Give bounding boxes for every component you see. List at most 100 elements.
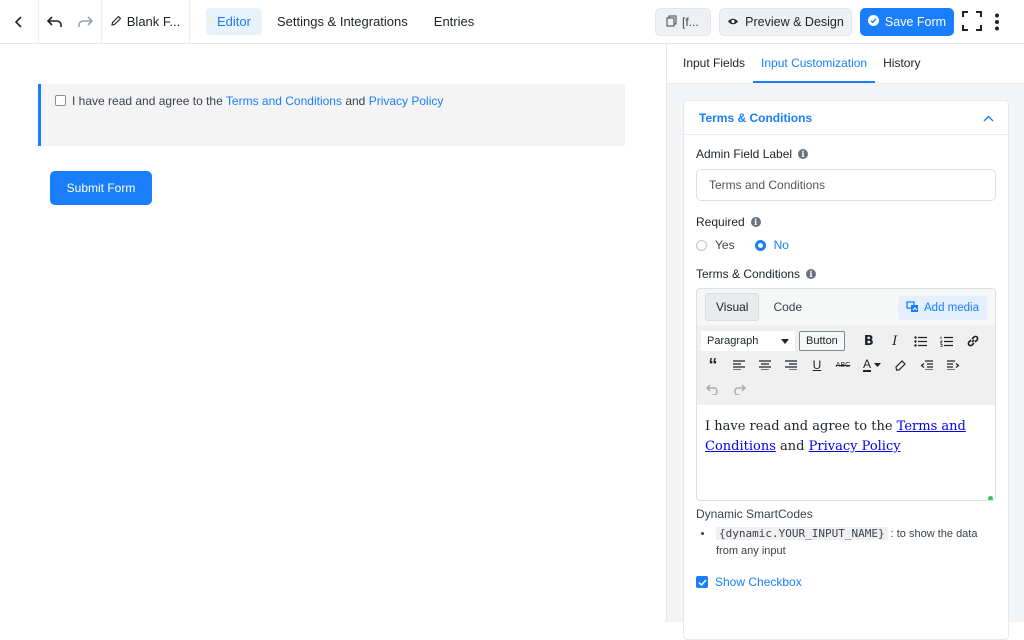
blockquote-icon[interactable]: “ — [701, 354, 725, 376]
admin-label-title: Admin Field Label i — [696, 147, 809, 161]
submit-form-button[interactable]: Submit Form — [50, 171, 152, 205]
outdent-icon[interactable] — [915, 354, 939, 376]
media-icon — [906, 300, 919, 316]
chevron-left-icon[interactable] — [14, 15, 24, 28]
chevron-up-icon[interactable] — [983, 110, 994, 125]
content-prefix: I have read and agree to the — [705, 419, 893, 434]
form-canvas: I have read and agree to the Terms and C… — [0, 44, 666, 622]
tab-code[interactable]: Code — [763, 294, 812, 320]
tab-visual[interactable]: Visual — [705, 293, 760, 321]
required-text: Required — [696, 215, 745, 229]
list-item: {dynamic.YOUR_INPUT_NAME} : to show the … — [714, 525, 996, 560]
editor-redo-icon[interactable] — [727, 378, 751, 400]
tab-history[interactable]: History — [875, 56, 928, 83]
back-cell — [0, 0, 39, 44]
shortcode-button[interactable]: [f... — [655, 8, 711, 36]
terms-conjunction: and — [345, 94, 366, 108]
required-title: Required i — [696, 215, 761, 229]
format-select-value: Paragraph — [707, 335, 759, 347]
preview-label: Preview & Design — [745, 15, 844, 29]
terms-checkbox[interactable] — [55, 95, 66, 106]
preview-design-button[interactable]: Preview & Design — [719, 8, 852, 36]
italic-icon[interactable]: I — [883, 330, 907, 352]
required-yes-radio[interactable]: Yes — [696, 238, 735, 252]
editor-content[interactable]: I have read and agree to the Terms and C… — [697, 405, 995, 500]
privacy-link[interactable]: Privacy Policy — [369, 94, 444, 108]
section-header[interactable]: Terms & Conditions — [684, 101, 1008, 135]
align-center-icon[interactable] — [753, 354, 777, 376]
tc-title-text: Terms & Conditions — [696, 267, 801, 281]
format-select[interactable]: Paragraph — [701, 331, 795, 351]
top-toolbar: Blank F... Editor Settings & Integration… — [0, 0, 1024, 44]
link-icon[interactable] — [961, 330, 985, 352]
editor-toolbar: Paragraph Button B I “ U ABC A — [697, 325, 995, 405]
align-right-icon[interactable] — [779, 354, 803, 376]
settings-panel: Input Fields Input Customization History… — [666, 44, 1024, 640]
form-title[interactable]: Blank F... — [102, 0, 190, 44]
info-icon: i — [798, 149, 809, 159]
numbered-list-icon[interactable] — [935, 330, 959, 352]
shortcode-label: [f... — [682, 15, 699, 29]
show-checkbox-label: Show Checkbox — [715, 575, 802, 589]
radio-dot — [754, 239, 766, 251]
bullet-list-icon[interactable] — [909, 330, 933, 352]
rich-text-editor: Visual Code Add media Paragraph Button B… — [696, 288, 996, 501]
terms-text: I have read and agree to the Terms and C… — [72, 94, 443, 108]
editor-undo-icon[interactable] — [701, 378, 725, 400]
form-title-text: Blank F... — [126, 14, 181, 29]
more-vertical-icon[interactable] — [993, 12, 1001, 32]
main-nav: Editor Settings & Integrations Entries — [206, 8, 485, 35]
text-color-swatch: A — [862, 357, 871, 372]
settings-card: Terms & Conditions Admin Field Label i T… — [683, 100, 1009, 640]
editor-mode-tabs: Visual Code Add media — [697, 289, 995, 325]
smartcodes-list: {dynamic.YOUR_INPUT_NAME} : to show the … — [696, 525, 996, 560]
button-insert[interactable]: Button — [799, 331, 845, 351]
admin-label-input[interactable]: Terms and Conditions — [696, 169, 996, 201]
tab-input-customization[interactable]: Input Customization — [753, 56, 876, 83]
history-controls — [39, 0, 102, 44]
info-icon: i — [750, 217, 761, 227]
add-media-button[interactable]: Add media — [898, 296, 987, 320]
smartcode-tag[interactable]: {dynamic.YOUR_INPUT_NAME} — [716, 527, 888, 540]
required-radio-group: Yes No — [696, 238, 789, 252]
content-privacy-link[interactable]: Privacy Policy — [809, 439, 901, 454]
eraser-icon[interactable] — [889, 354, 913, 376]
show-checkbox-toggle[interactable]: Show Checkbox — [696, 575, 802, 589]
tab-entries[interactable]: Entries — [423, 8, 485, 35]
pencil-icon — [111, 14, 122, 29]
fullscreen-icon[interactable] — [962, 11, 982, 31]
copy-icon — [666, 15, 677, 30]
checkbox-checked-icon[interactable] — [696, 576, 708, 588]
tc-title: Terms & Conditions i — [696, 267, 817, 281]
text-color-icon[interactable]: A — [857, 354, 887, 376]
radio-dot — [696, 239, 707, 251]
tab-input-fields[interactable]: Input Fields — [675, 56, 753, 83]
terms-field-preview[interactable]: I have read and agree to the Terms and C… — [38, 84, 625, 146]
check-circle-icon — [867, 15, 879, 29]
smartcodes-title: Dynamic SmartCodes — [696, 507, 813, 521]
eye-icon — [727, 15, 739, 29]
status-dot — [988, 496, 993, 500]
redo-icon[interactable] — [77, 15, 93, 28]
indent-icon[interactable] — [941, 354, 965, 376]
add-media-label: Add media — [924, 302, 979, 314]
underline-icon[interactable]: U — [805, 354, 829, 376]
panel-tabs: Input Fields Input Customization History — [667, 44, 1024, 84]
radio-label: Yes — [715, 238, 735, 252]
content-conjunction: and — [780, 439, 805, 454]
required-no-radio[interactable]: No — [754, 238, 789, 252]
bold-icon[interactable]: B — [857, 330, 881, 352]
align-left-icon[interactable] — [727, 354, 751, 376]
save-label: Save Form — [884, 15, 947, 29]
terms-prefix: I have read and agree to the — [72, 94, 223, 108]
undo-icon[interactable] — [47, 15, 63, 28]
terms-link[interactable]: Terms and Conditions — [226, 94, 342, 108]
strikethrough-icon[interactable]: ABC — [831, 354, 855, 376]
caret-down-icon — [781, 335, 789, 347]
tab-settings-integrations[interactable]: Settings & Integrations — [266, 8, 419, 35]
save-form-button[interactable]: Save Form — [860, 8, 954, 36]
admin-label-text: Admin Field Label — [696, 147, 793, 161]
section-title: Terms & Conditions — [699, 110, 813, 125]
info-icon: i — [806, 269, 817, 279]
tab-editor[interactable]: Editor — [206, 8, 262, 35]
